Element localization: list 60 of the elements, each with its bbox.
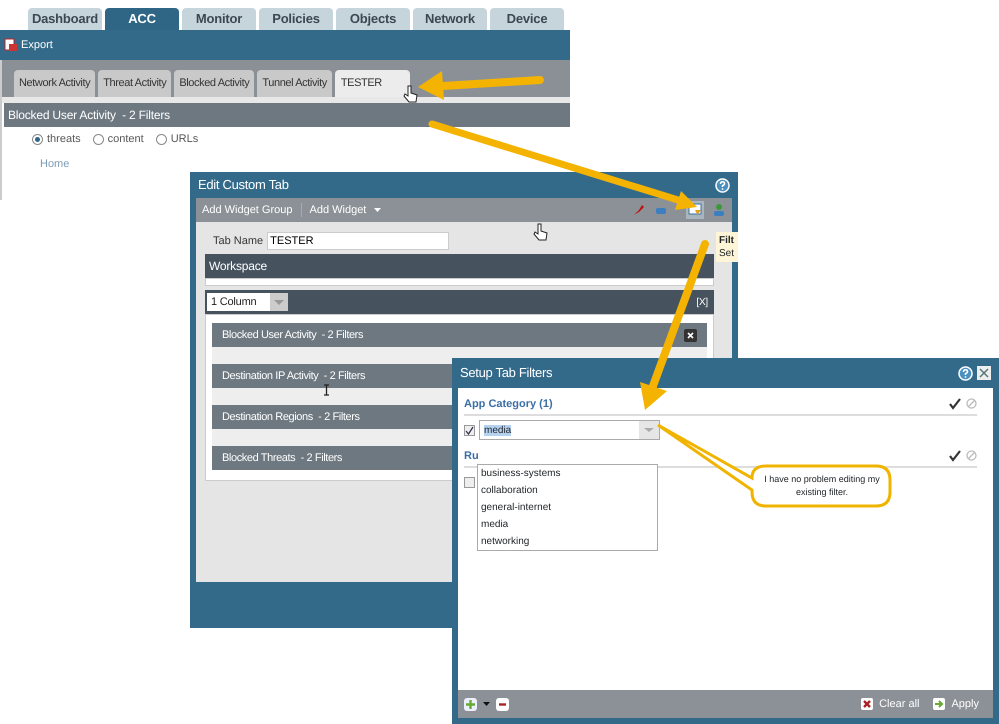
- dialog-title: Edit Custom Tab: [198, 176, 289, 194]
- widget-title: Destination IP Activity - 2 Filters: [222, 368, 366, 384]
- nav-tab[interactable]: Policies: [259, 8, 333, 30]
- dropdown-option[interactable]: general-internet: [478, 499, 657, 516]
- widget-title: Blocked User Activity - 2 Filters: [4, 103, 570, 127]
- dropdown-option[interactable]: collaboration: [478, 482, 657, 499]
- combo-field[interactable]: media: [479, 420, 660, 440]
- nav-tab[interactable]: Device: [490, 8, 564, 30]
- remove-icon[interactable]: [496, 698, 509, 710]
- remove-button[interactable]: [X]: [696, 294, 708, 310]
- widget-title: Destination Regions - 2 Filters: [222, 410, 360, 425]
- text-cursor-icon: [323, 384, 330, 396]
- export-button[interactable]: Export: [21, 36, 53, 54]
- tab[interactable]: Tunnel Activity: [257, 70, 332, 97]
- disable-icon[interactable]: [966, 450, 977, 461]
- nav-tab[interactable]: Objects: [336, 8, 410, 30]
- nav-tab[interactable]: Dashboard: [28, 8, 102, 30]
- tab[interactable]: Network Activity: [14, 70, 96, 97]
- radio-label: threats: [47, 132, 81, 147]
- help-icon[interactable]: [958, 366, 973, 380]
- caret-icon[interactable]: [483, 702, 490, 706]
- widget-title: Blocked Threats - 2 Filters: [222, 450, 342, 466]
- dropdown-option[interactable]: business-systems: [478, 465, 657, 482]
- checkbox[interactable]: [464, 476, 475, 488]
- dialog-title: Setup Tab Filters: [460, 364, 552, 382]
- caret-icon[interactable]: [374, 208, 382, 212]
- nav-tab[interactable]: Network: [413, 8, 487, 30]
- widget-title: Blocked User Activity - 2 Filters: [222, 328, 364, 343]
- section-title: Ru: [464, 448, 479, 464]
- radio-button[interactable]: [32, 134, 43, 145]
- tab[interactable]: TESTER: [334, 70, 410, 97]
- section-title: App Category (1): [464, 396, 553, 412]
- tab[interactable]: Blocked Activity: [174, 70, 254, 97]
- tooltip-title: Filt: [719, 234, 735, 247]
- hand-cursor-icon: [533, 224, 548, 240]
- radio-label: content: [108, 132, 144, 147]
- tab[interactable]: Threat Activity: [98, 70, 172, 97]
- checkbox[interactable]: [464, 424, 475, 436]
- disable-icon[interactable]: [966, 398, 977, 409]
- help-icon[interactable]: [715, 178, 730, 192]
- clear-icon[interactable]: [861, 698, 874, 710]
- callout-text: I have no problem editing my existing filter.: [763, 473, 881, 499]
- nav-tab[interactable]: Monitor: [182, 8, 256, 30]
- select-all-icon[interactable]: [949, 450, 962, 462]
- tooltip-text: Set: [719, 247, 736, 260]
- dropdown-option[interactable]: media: [478, 516, 657, 533]
- add-icon[interactable]: [464, 698, 477, 710]
- tab-name-field[interactable]: TESTER: [267, 232, 450, 250]
- dropdown-option[interactable]: networking: [478, 533, 657, 550]
- radio-label: URLs: [170, 132, 198, 147]
- field-label: Tab Name: [213, 234, 264, 249]
- select-all-icon[interactable]: [949, 398, 962, 410]
- export-icon: [4, 38, 18, 52]
- radio-button[interactable]: [156, 134, 167, 145]
- nav-tab[interactable]: ACC: [105, 8, 179, 30]
- apply-icon[interactable]: [933, 698, 946, 710]
- column-select[interactable]: 1 Column: [207, 293, 288, 311]
- section-title: Workspace: [209, 258, 268, 275]
- close-icon[interactable]: [684, 328, 697, 342]
- radio-button[interactable]: [92, 134, 104, 145]
